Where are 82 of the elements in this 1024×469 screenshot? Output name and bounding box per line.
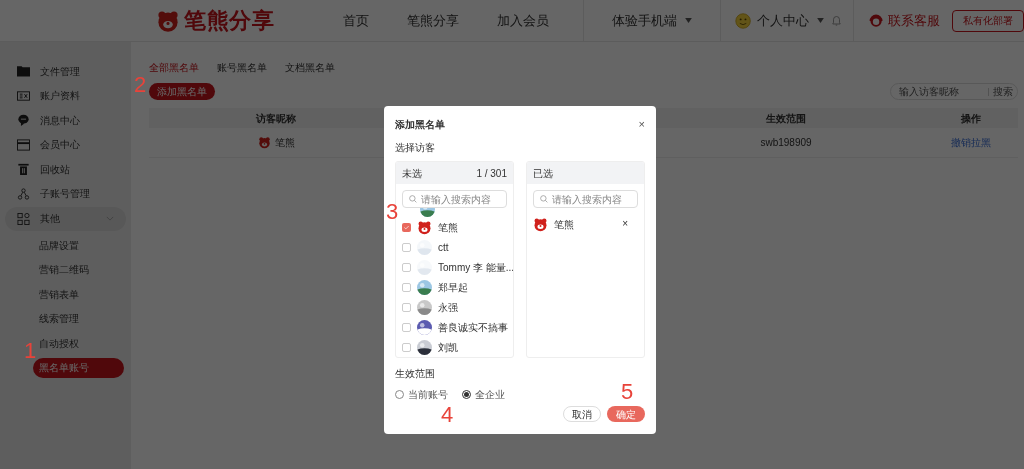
table-cell-text: swb198909 — [760, 136, 812, 150]
sidebar-label[interactable]: 子账号管理 — [40, 186, 90, 202]
search-button[interactable]: 搜索 — [989, 84, 1017, 99]
bear-logo-icon — [156, 8, 180, 33]
radio-button[interactable] — [395, 390, 404, 399]
confirm-button[interactable]: 确定 — [607, 406, 645, 422]
panel-title: 已选 — [533, 166, 553, 181]
nav-link[interactable]: 加入会员 — [497, 10, 550, 31]
chat-bubble-icon — [17, 114, 30, 127]
checkbox[interactable] — [402, 322, 411, 332]
emoji-avatar-icon[interactable] — [734, 11, 751, 30]
visitor-name[interactable]: 笔熊 — [438, 219, 458, 235]
remove-button[interactable]: × — [622, 219, 628, 229]
visitor-name[interactable]: Tommy 李 能量... — [438, 259, 513, 275]
tab[interactable]: 全部黑名单 — [149, 60, 199, 75]
section-label: 选择访客 — [395, 141, 435, 155]
sidebar-label[interactable]: 回收站 — [40, 161, 70, 177]
visitor-name[interactable]: 刘凯 — [438, 339, 458, 355]
tab[interactable]: 文档黑名单 — [285, 60, 335, 75]
visitor-name[interactable]: ctt — [438, 239, 449, 255]
bell-icon[interactable] — [832, 14, 841, 27]
visitor-name[interactable]: 永强 — [438, 299, 458, 315]
visitor-name[interactable]: 善良诚实不搞事 — [438, 319, 508, 335]
count-label: 1 / 301 — [476, 166, 507, 181]
nav-link[interactable]: 首页 — [343, 10, 370, 31]
bear-logo-icon — [533, 216, 548, 232]
radio-button[interactable] — [462, 390, 471, 399]
checkbox[interactable] — [402, 262, 411, 272]
user-center-menu[interactable]: 个人中心 — [757, 10, 824, 31]
dialog-title: 添加黑名单 — [395, 118, 445, 132]
step-number: 2 — [134, 74, 147, 96]
brand-name: 笔熊分享 — [184, 7, 275, 35]
sidebar-label[interactable]: 账户资料 — [40, 88, 80, 104]
sidebar-label[interactable]: 消息中心 — [40, 112, 80, 128]
checkbox[interactable] — [402, 302, 411, 312]
column-header: 访客昵称 — [255, 111, 297, 126]
checkbox[interactable] — [402, 222, 411, 232]
radio-label[interactable]: 当前账号 — [408, 387, 448, 402]
step-number: 5 — [621, 381, 634, 403]
check-icon — [403, 223, 410, 231]
cancel-button[interactable]: 取消 — [563, 406, 601, 422]
sidebar-label[interactable]: 会员中心 — [40, 137, 80, 153]
checkbox[interactable] — [402, 282, 411, 292]
search-icon — [540, 195, 548, 203]
search-field[interactable]: 请输入搜索内容 — [533, 190, 638, 208]
deploy-button[interactable]: 私有化部署 — [952, 9, 1024, 32]
mobile-menu[interactable]: 体验手机端 — [612, 10, 692, 31]
grid-icon — [17, 212, 30, 225]
visitor-name[interactable]: 郑早起 — [438, 279, 468, 295]
id-card-icon — [17, 89, 30, 102]
step-number: 3 — [386, 201, 399, 223]
revoke-link[interactable]: 撤销拉黑 — [951, 135, 991, 150]
bear-logo-icon — [257, 136, 271, 149]
step-number: 4 — [441, 404, 454, 426]
trash-icon — [17, 163, 30, 176]
checkbox[interactable] — [402, 242, 411, 252]
card-icon — [17, 138, 30, 151]
folder-icon — [17, 65, 30, 77]
sidebar-label[interactable]: 文件管理 — [40, 63, 80, 79]
column-header: 生效范围 — [765, 111, 807, 126]
search-icon — [409, 195, 417, 203]
nav-link[interactable]: 笔熊分享 — [407, 10, 460, 31]
panel-title: 未选 — [402, 166, 422, 181]
add-blacklist-button[interactable]: 添加黑名单 — [149, 83, 215, 100]
radio-label[interactable]: 全企业 — [475, 387, 505, 402]
close-button[interactable]: × — [638, 119, 645, 130]
bear-logo-icon — [417, 219, 432, 235]
caret-icon — [685, 18, 692, 23]
sidebar-label[interactable]: 其他 — [40, 211, 60, 227]
column-header: 操作 — [960, 111, 982, 126]
submenu-item[interactable]: 线索管理 — [33, 308, 124, 329]
sidebar-item[interactable]: 其他 — [5, 206, 126, 231]
checkbox[interactable] — [402, 342, 411, 352]
search-field[interactable]: 请输入搜索内容 — [402, 190, 507, 208]
section-label: 生效范围 — [395, 367, 435, 381]
visitor-name: 笔熊 — [554, 217, 574, 232]
caret-icon — [817, 18, 824, 23]
network-icon — [17, 187, 30, 200]
tab[interactable]: 账号黑名单 — [217, 60, 267, 75]
submenu-item[interactable]: 黑名单账号 — [33, 357, 124, 378]
table-cell-text: 笔熊 — [274, 136, 295, 150]
support-link[interactable]: 联系客服 — [888, 10, 940, 31]
